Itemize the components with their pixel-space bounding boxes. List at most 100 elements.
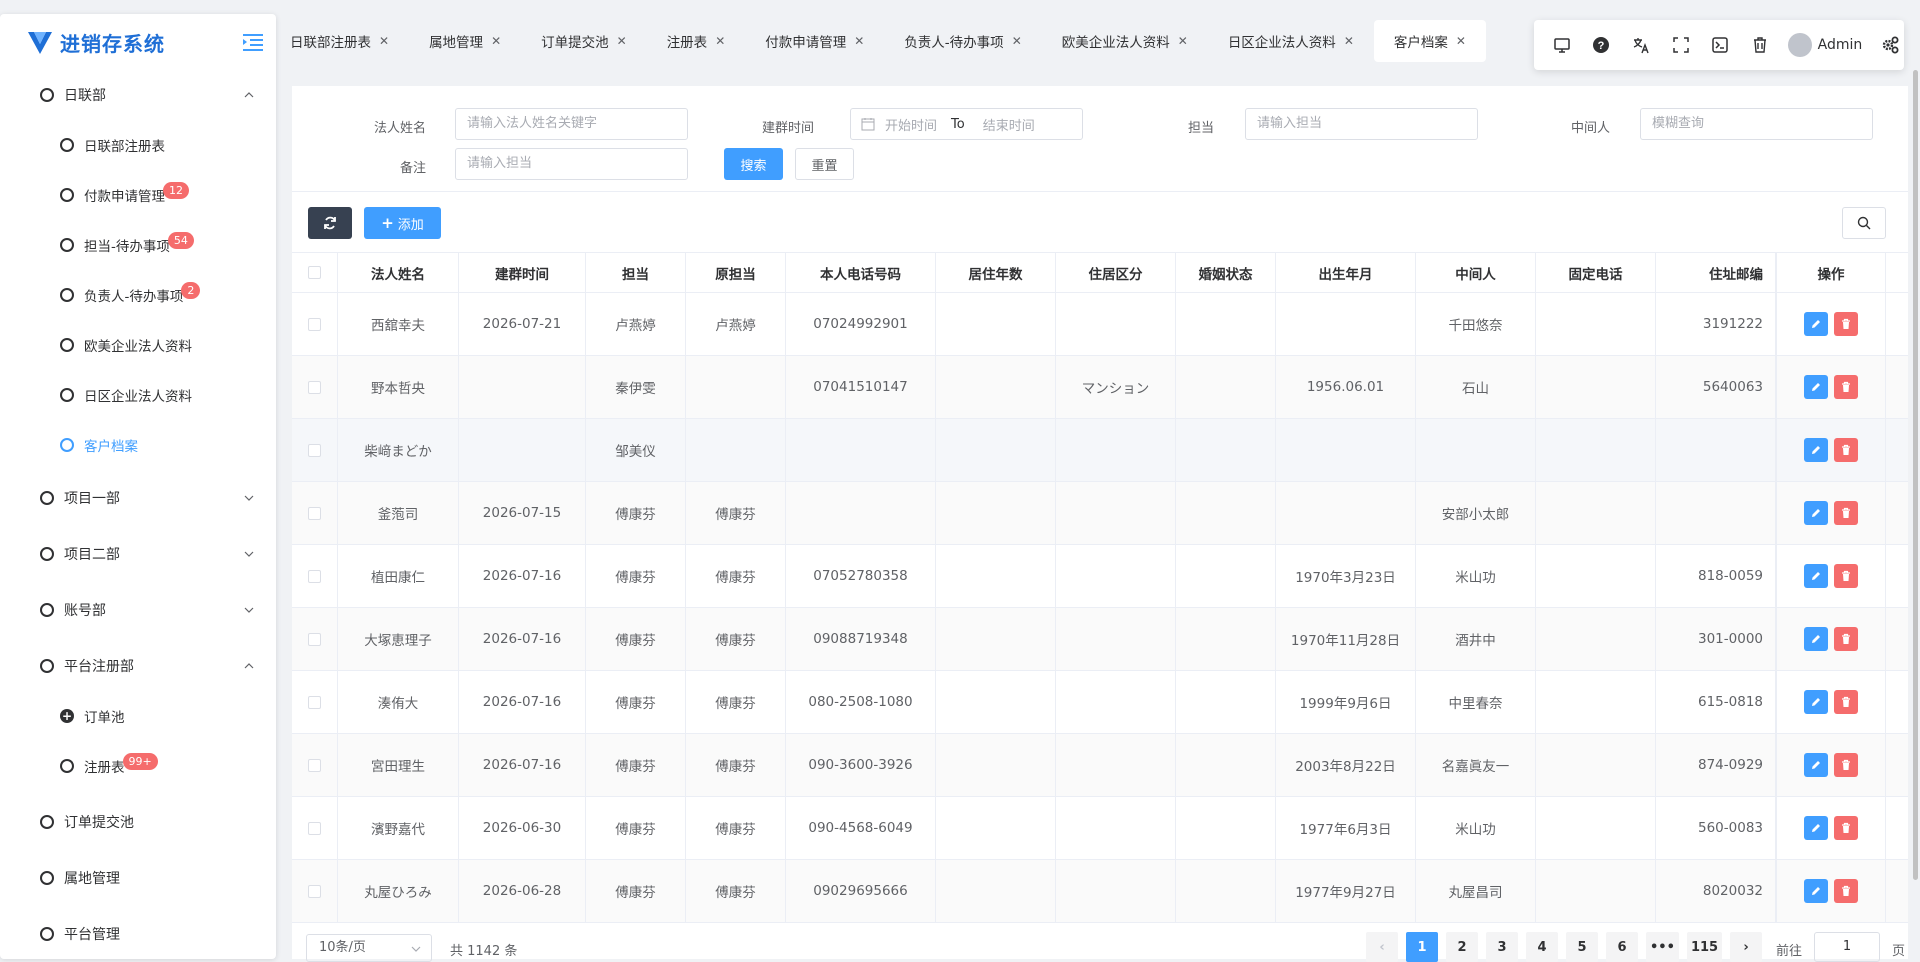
row-checkbox[interactable] (292, 608, 338, 670)
table-row[interactable]: 西舘幸夫 2026-07-21 卢燕婷 卢燕婷 07024992901 千田悠奈 31912… (292, 293, 1908, 356)
goto-page-input[interactable]: 1 (1814, 932, 1880, 962)
app-logo[interactable]: 进销存系统 (0, 14, 276, 70)
tab-jp-corp[interactable]: 日区企业法人资料 ✕ (1208, 20, 1374, 62)
search-button[interactable]: 搜索 (724, 148, 783, 180)
sidebar-item-staff-todo[interactable]: 担当-待办事项 54 (0, 220, 276, 270)
menu-collapse-icon[interactable] (242, 32, 264, 52)
tab-payment[interactable]: 付款申请管理 ✕ (745, 20, 884, 62)
sidebar-group-territory[interactable]: 属地管理 (0, 853, 276, 903)
translate-icon[interactable] (1621, 25, 1661, 65)
refresh-button[interactable] (308, 207, 352, 239)
next-page-button[interactable]: › (1730, 932, 1763, 962)
sidebar-item-registry[interactable]: 日联部注册表 (0, 120, 276, 170)
delete-button[interactable] (1834, 312, 1858, 336)
close-icon[interactable]: ✕ (491, 34, 501, 48)
prev-page-button[interactable]: ‹ (1366, 932, 1398, 962)
edit-button[interactable] (1804, 690, 1828, 714)
tab-manager-todo[interactable]: 负责人-待办事项 ✕ (884, 20, 1041, 62)
row-checkbox[interactable] (292, 734, 338, 796)
select-all-checkbox[interactable] (292, 253, 338, 292)
sidebar-group-rilianbu[interactable]: 日联部 (0, 70, 276, 120)
sidebar-item-jp-corp[interactable]: 日区企业法人资料 (0, 370, 276, 420)
close-icon[interactable]: ✕ (854, 34, 864, 48)
table-row[interactable]: 濱野嘉代 2026-06-30 傅康芬 傅康芬 090-4568-6049 1977年6月… (292, 797, 1908, 860)
edit-button[interactable] (1804, 564, 1828, 588)
page-button[interactable]: 6 (1606, 932, 1638, 962)
sidebar-group-order-submit[interactable]: 订单提交池 (0, 797, 276, 847)
delete-button[interactable] (1834, 564, 1858, 588)
name-input[interactable]: 请输入法人姓名关键字 (455, 108, 688, 140)
tab-territory[interactable]: 属地管理 ✕ (409, 20, 521, 62)
row-checkbox[interactable] (292, 797, 338, 859)
sidebar-group-platform-reg[interactable]: 平台注册部 (0, 641, 276, 691)
page-size-select[interactable]: 10条/页 (306, 934, 432, 962)
edit-button[interactable] (1804, 375, 1828, 399)
table-row[interactable]: 野本哲央 秦伊雯 07041510147 マンション 1956.06.01 石山 56400… (292, 356, 1908, 419)
close-icon[interactable]: ✕ (379, 34, 389, 48)
edit-button[interactable] (1804, 816, 1828, 840)
sidebar-item-order-pool[interactable]: + 订单池 (0, 691, 276, 741)
row-checkbox[interactable] (292, 545, 338, 607)
resp-input[interactable]: 请输入担当 (1245, 108, 1478, 140)
sidebar-item-eu-corp[interactable]: 欧美企业法人资料 (0, 320, 276, 370)
delete-button[interactable] (1834, 627, 1858, 651)
sidebar-item-reg-table[interactable]: 注册表 99+ (0, 741, 276, 791)
terminal-icon[interactable] (1701, 25, 1741, 65)
more-pages-button[interactable]: ••• (1646, 932, 1679, 962)
reset-button[interactable]: 重置 (795, 148, 854, 180)
date-range-picker[interactable]: 开始时间 To 结束时间 (850, 108, 1083, 140)
table-row[interactable]: 湊侑大 2026-07-16 傅康芬 傅康芬 080-2508-1080 1999年9月6… (292, 671, 1908, 734)
page-scrollbar[interactable] (1913, 70, 1918, 880)
edit-button[interactable] (1804, 753, 1828, 777)
sidebar-group-project1[interactable]: 项目一部 (0, 473, 276, 523)
edit-button[interactable] (1804, 879, 1828, 903)
avatar[interactable] (1787, 33, 1812, 57)
delete-button[interactable] (1834, 879, 1858, 903)
trash-icon[interactable] (1740, 25, 1780, 65)
mid-input[interactable]: 模糊查询 (1640, 108, 1873, 140)
sidebar-group-project2[interactable]: 项目二部 (0, 529, 276, 579)
page-button[interactable]: 3 (1486, 932, 1518, 962)
close-icon[interactable]: ✕ (715, 34, 725, 48)
row-checkbox[interactable] (292, 293, 338, 355)
table-row[interactable]: 宮田理生 2026-07-16 傅康芬 傅康芬 090-3600-3926 2003年8月… (292, 734, 1908, 797)
delete-button[interactable] (1834, 690, 1858, 714)
delete-button[interactable] (1834, 753, 1858, 777)
help-icon[interactable]: ? (1582, 25, 1622, 65)
sidebar-item-customer-file[interactable]: 客户档案 (0, 420, 276, 470)
fullscreen-icon[interactable] (1661, 25, 1701, 65)
sidebar-group-account[interactable]: 账号部 (0, 585, 276, 635)
tab-registry[interactable]: 日联部注册表 ✕ (276, 20, 409, 62)
edit-button[interactable] (1804, 312, 1828, 336)
note-input[interactable]: 请输入担当 (455, 148, 688, 180)
tab-customer-file[interactable]: 客户档案 ✕ (1373, 20, 1486, 62)
delete-button[interactable] (1834, 501, 1858, 525)
search-toggle-button[interactable] (1842, 207, 1886, 239)
tab-order-submit[interactable]: 订单提交池 ✕ (521, 20, 647, 62)
edit-button[interactable] (1804, 627, 1828, 651)
settings-icon[interactable] (1876, 25, 1904, 65)
table-row[interactable]: 大塚恵理子 2026-07-16 傅康芬 傅康芬 09088719348 1970年11月… (292, 608, 1908, 671)
add-button[interactable]: + 添加 (364, 207, 441, 239)
close-icon[interactable]: ✕ (1012, 34, 1022, 48)
table-row[interactable]: 丸屋ひろみ 2026-06-28 傅康芬 傅康芬 09029695666 1977年9月2… (292, 860, 1908, 923)
sidebar-item-manager-todo[interactable]: 负责人-待办事项 2 (0, 270, 276, 320)
table-row[interactable]: 釜萢司 2026-07-15 傅康芬 傅康芬 安部小太郎 (292, 482, 1908, 545)
page-button[interactable]: 4 (1526, 932, 1558, 962)
sidebar-item-payment[interactable]: 付款申请管理 12 (0, 170, 276, 220)
delete-button[interactable] (1834, 438, 1858, 462)
page-button[interactable]: 5 (1566, 932, 1598, 962)
delete-button[interactable] (1834, 816, 1858, 840)
close-icon[interactable]: ✕ (1178, 34, 1188, 48)
table-row[interactable]: 柴﨑まどか 邹美仪 (292, 419, 1908, 482)
page-button[interactable]: 2 (1446, 932, 1478, 962)
table-row[interactable]: 植田康仁 2026-07-16 傅康芬 傅康芬 07052780358 1970年3月23… (292, 545, 1908, 608)
sidebar-group-platform[interactable]: 平台管理 (0, 909, 276, 959)
edit-button[interactable] (1804, 501, 1828, 525)
row-checkbox[interactable] (292, 671, 338, 733)
close-icon[interactable]: ✕ (1456, 34, 1466, 48)
row-checkbox[interactable] (292, 419, 338, 481)
page-button[interactable]: 115 (1686, 932, 1723, 962)
user-name[interactable]: Admin (1818, 37, 1863, 53)
row-checkbox[interactable] (292, 356, 338, 418)
